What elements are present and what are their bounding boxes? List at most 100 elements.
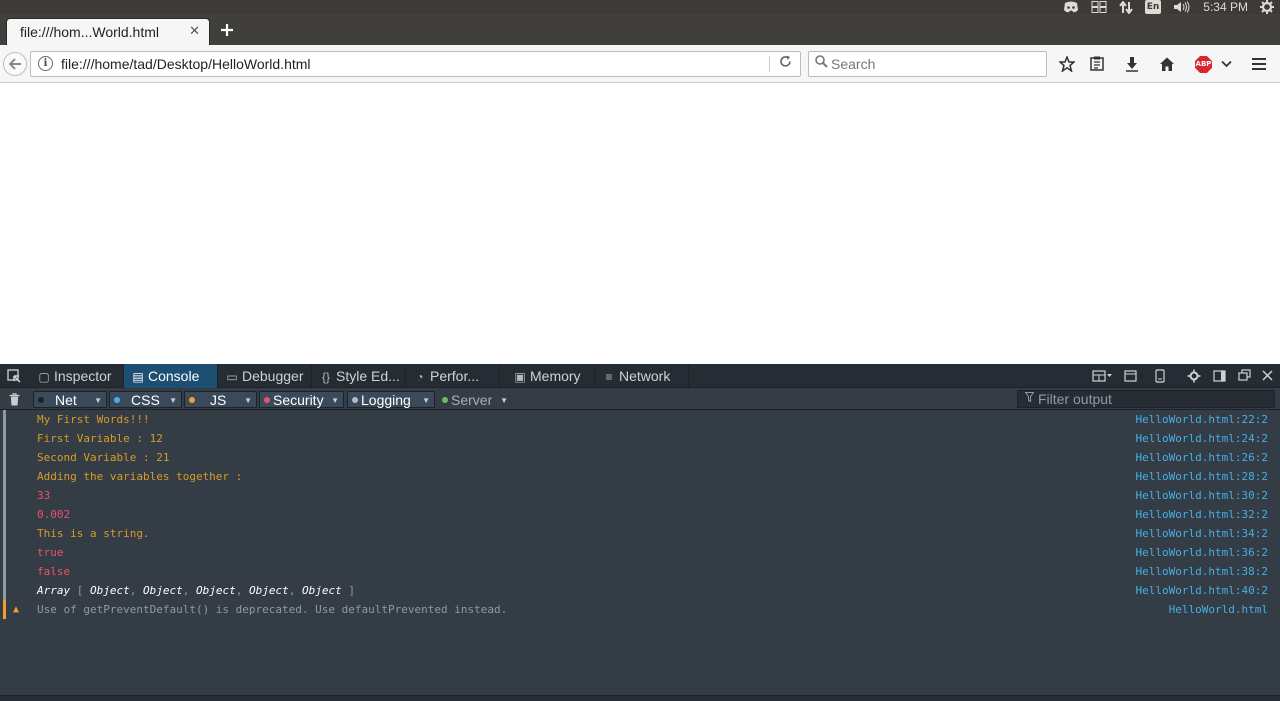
url-text[interactable]: file:///home/tad/Desktop/HelloWorld.html	[61, 56, 311, 72]
filter-logging-button[interactable]: Logging ▼	[347, 391, 435, 408]
filter-funnel-icon	[1024, 392, 1035, 405]
site-info-icon[interactable]: i	[38, 56, 53, 71]
close-tab-icon[interactable]: ✕	[189, 24, 200, 39]
console-message-row: true HelloWorld.html:36:2	[0, 543, 1280, 562]
console-source-link[interactable]: HelloWorld.html	[1169, 600, 1268, 619]
console-message-array[interactable]: Array [ Object, Object, Object, Object, …	[37, 581, 355, 600]
url-bar[interactable]: i file:///home/tad/Desktop/HelloWorld.ht…	[30, 51, 801, 77]
console-message-number: 33	[37, 489, 51, 502]
navigation-bar: i file:///home/tad/Desktop/HelloWorld.ht…	[0, 45, 1280, 83]
element-picker-icon[interactable]	[2, 364, 26, 388]
server-dot-icon	[442, 397, 448, 404]
console-warning-text: Use of getPreventDefault() is deprecated…	[37, 603, 508, 616]
console-source-link[interactable]: HelloWorld.html:26:2	[1136, 448, 1268, 467]
console-source-link[interactable]: HelloWorld.html:32:2	[1136, 505, 1268, 524]
warning-icon: ▲	[13, 604, 20, 615]
devtools-panel: ▢ Inspector ▤ Console ▭ Debugger {} Style Ed…	[0, 364, 1280, 701]
console-source-link[interactable]: HelloWorld.html:34:2	[1136, 524, 1268, 543]
console-icon: ▤	[132, 370, 144, 384]
settings-gear-icon[interactable]	[1260, 0, 1274, 14]
performance-icon: ◔	[416, 370, 424, 384]
undock-window-icon[interactable]	[1232, 364, 1256, 388]
toolbox-settings-gear-icon[interactable]	[1182, 364, 1206, 388]
tab-console[interactable]: ▤ Console	[124, 364, 218, 388]
security-dot-icon	[264, 397, 270, 404]
console-message-number: 0.002	[37, 508, 71, 521]
keyboard-layout-indicator[interactable]: En	[1144, 0, 1162, 14]
search-input[interactable]	[831, 54, 1041, 74]
inspector-icon: ▢	[38, 370, 50, 384]
console-message-row: First Variable : 12 HelloWorld.html:24:2	[0, 429, 1280, 448]
js-dropdown-arrow-icon[interactable]: ▼	[244, 392, 252, 409]
console-source-link[interactable]: HelloWorld.html:40:2	[1136, 581, 1268, 600]
tab-network[interactable]: ≡ Network	[595, 364, 689, 388]
back-button[interactable]	[3, 52, 27, 76]
logging-dropdown-arrow-icon[interactable]: ▼	[422, 392, 430, 409]
console-message-text: First Variable : 12	[37, 432, 163, 445]
tab-strip: file:///hom...World.html ✕	[0, 14, 1280, 45]
console-input-bar[interactable]	[0, 695, 1280, 701]
hamburger-menu-icon[interactable]	[1248, 53, 1270, 75]
net-dot-icon	[38, 397, 44, 404]
home-icon[interactable]	[1156, 53, 1178, 75]
reload-icon[interactable]	[779, 55, 792, 72]
server-dropdown-arrow-icon[interactable]: ▼	[500, 392, 508, 409]
console-source-link[interactable]: HelloWorld.html:30:2	[1136, 486, 1268, 505]
frame-selector-icon[interactable]	[1088, 364, 1116, 388]
console-source-link[interactable]: HelloWorld.html:36:2	[1136, 543, 1268, 562]
extension-dropdown-chevron-icon[interactable]	[1215, 53, 1237, 75]
console-source-link[interactable]: HelloWorld.html:22:2	[1136, 410, 1268, 429]
filter-output-input[interactable]	[1038, 391, 1268, 407]
debugger-icon: ▭	[226, 370, 238, 384]
css-dropdown-arrow-icon[interactable]: ▼	[169, 392, 177, 409]
adblock-plus-icon[interactable]: ABP	[1195, 56, 1212, 73]
volume-icon[interactable]	[1173, 0, 1191, 14]
reading-list-icon[interactable]	[1086, 53, 1108, 75]
filter-security-button[interactable]: Security ▼	[259, 391, 344, 408]
filter-output-field[interactable]	[1017, 390, 1275, 408]
discord-icon[interactable]	[1063, 0, 1079, 14]
workspace-switcher-icon[interactable]	[1091, 0, 1107, 14]
console-warning-row: ▲ Use of getPreventDefault() is deprecat…	[0, 600, 1280, 619]
browser-tab-active[interactable]: file:///hom...World.html ✕	[6, 18, 210, 45]
console-message-text: Adding the variables together :	[37, 470, 243, 483]
net-dropdown-arrow-icon[interactable]: ▼	[94, 392, 102, 409]
console-message-row: 33 HelloWorld.html:30:2	[0, 486, 1280, 505]
console-filter-bar: Net ▼ CSS ▼ JS ▼ Security ▼ Logging ▼ Server ▼	[0, 388, 1280, 410]
devtools-tab-bar: ▢ Inspector ▤ Console ▭ Debugger {} Style Ed…	[0, 364, 1280, 388]
new-tab-button[interactable]	[216, 18, 238, 42]
tab-performance[interactable]: ◔ Perfor...	[406, 364, 500, 388]
bookmark-star-icon[interactable]	[1056, 53, 1078, 75]
search-icon	[815, 55, 828, 72]
close-devtools-icon[interactable]	[1255, 364, 1279, 388]
network-icon: ≡	[605, 370, 613, 384]
dock-side-icon[interactable]	[1207, 364, 1231, 388]
filter-server-button[interactable]: Server ▼	[437, 391, 513, 408]
filter-js-button[interactable]: JS ▼	[184, 391, 257, 408]
console-source-link[interactable]: HelloWorld.html:24:2	[1136, 429, 1268, 448]
tab-inspector[interactable]: ▢ Inspector	[30, 364, 124, 388]
url-bar-separator	[769, 56, 770, 72]
console-message-row: 0.002 HelloWorld.html:32:2	[0, 505, 1280, 524]
tab-style-editor[interactable]: {} Style Ed...	[312, 364, 406, 388]
console-message-boolean: true	[37, 546, 64, 559]
console-source-link[interactable]: HelloWorld.html:38:2	[1136, 562, 1268, 581]
split-console-icon[interactable]	[1118, 364, 1142, 388]
tab-memory[interactable]: ▣ Memory	[506, 364, 595, 388]
console-message-text: My First Words!!!	[37, 413, 150, 426]
os-top-panel: En 5:34 PM	[0, 0, 1280, 14]
css-dot-icon	[114, 397, 120, 404]
tab-title: file:///hom...World.html	[20, 24, 160, 40]
search-bar[interactable]	[808, 51, 1047, 77]
filter-css-button[interactable]: CSS ▼	[109, 391, 182, 408]
tab-debugger[interactable]: ▭ Debugger	[218, 364, 312, 388]
filter-net-button[interactable]: Net ▼	[33, 391, 107, 408]
page-content-area[interactable]	[0, 83, 1280, 364]
downloads-icon[interactable]	[1121, 53, 1143, 75]
console-source-link[interactable]: HelloWorld.html:28:2	[1136, 467, 1268, 486]
responsive-design-icon[interactable]	[1148, 364, 1172, 388]
clock[interactable]: 5:34 PM	[1203, 0, 1248, 14]
clear-console-trash-icon[interactable]	[6, 390, 22, 408]
network-transfer-icon[interactable]	[1118, 0, 1133, 14]
security-dropdown-arrow-icon[interactable]: ▼	[331, 392, 339, 409]
